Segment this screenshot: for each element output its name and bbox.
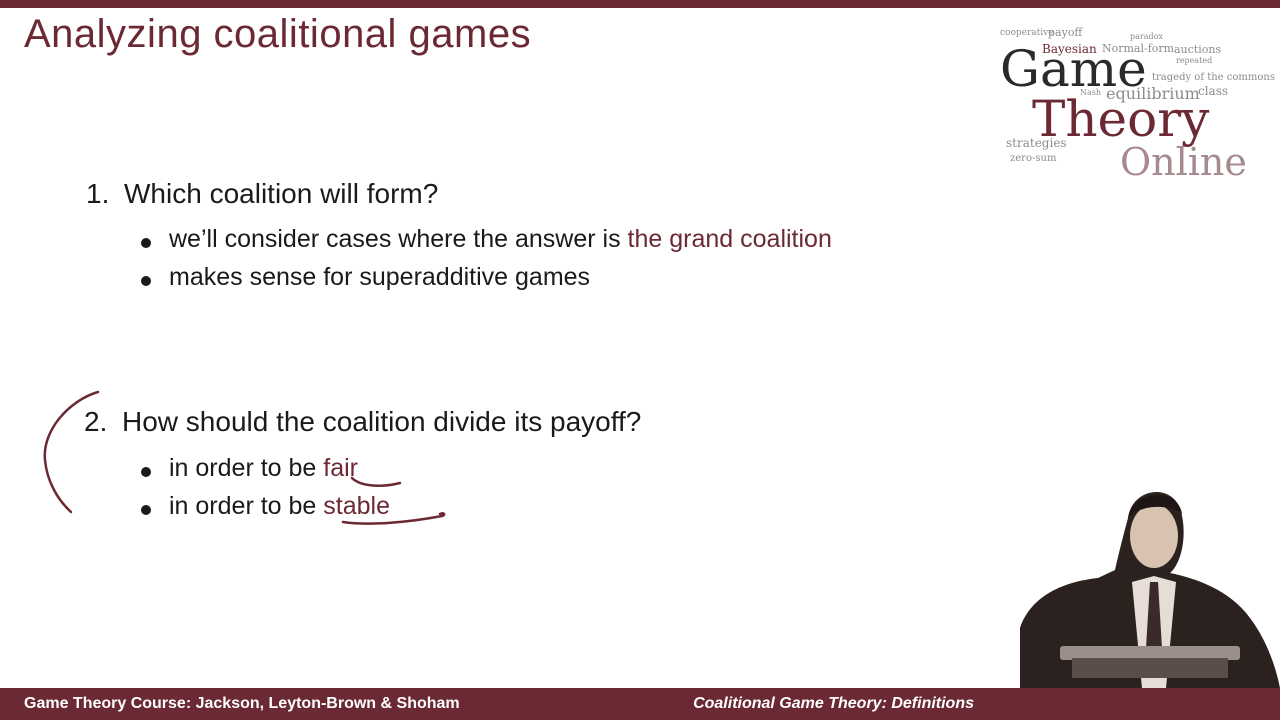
ink-bracket-stroke bbox=[43, 390, 100, 514]
presenter-video bbox=[1020, 491, 1280, 688]
footer-course-credit: Game Theory Course: Jackson, Leyton-Brow… bbox=[24, 695, 460, 712]
footer-lecture-title: Coalitional Game Theory: Definitions bbox=[693, 695, 974, 712]
slide-footer: Game Theory Course: Jackson, Leyton-Brow… bbox=[0, 688, 1280, 720]
ink-underline-fair bbox=[350, 476, 402, 487]
ink-underline-stable bbox=[341, 512, 446, 525]
